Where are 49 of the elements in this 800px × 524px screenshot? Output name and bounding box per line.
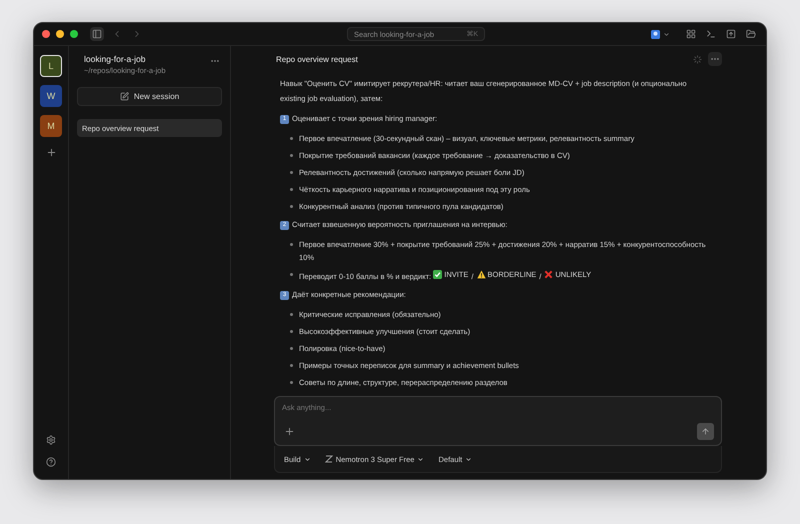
workspace-button[interactable]: M [40,115,62,137]
settings-icon [46,435,56,445]
minimize-button[interactable] [56,30,64,38]
model-icon [324,455,333,463]
bullet-icon [290,381,293,384]
bullet-icon [290,330,293,333]
bullet-icon [290,188,293,191]
bullet-icon [290,364,293,367]
check-icon [433,270,442,279]
grid-icon [686,29,696,39]
help-icon [46,457,56,467]
chat-title: Repo overview request [276,54,358,64]
send-button[interactable] [697,423,714,440]
bullet-icon [290,313,293,316]
plus-icon [46,147,56,158]
app-icon [651,30,660,38]
warning-icon [476,270,486,279]
new-session-button[interactable]: New session [77,87,222,106]
edit-icon [120,92,129,101]
bullet-icon [290,154,293,157]
layout-button[interactable] [684,27,698,41]
bullet-icon [290,171,293,174]
cross-icon [544,270,554,279]
settings-button[interactable] [44,433,58,447]
more-button[interactable] [708,52,722,66]
sidebar-toggle-button[interactable] [90,27,104,41]
caret-icon [465,456,472,462]
help-button[interactable] [44,455,58,469]
zoom-button[interactable] [70,30,78,38]
bullet-icon [290,347,293,350]
project-name: looking-for-a-job [84,54,146,64]
close-button[interactable] [42,30,50,38]
caret-icon [663,30,670,38]
upload-icon [726,29,736,39]
share-button[interactable] [724,27,738,41]
caret-icon [417,456,424,462]
bullet-icon [290,137,293,140]
caret-icon [304,456,311,462]
loading-icon [693,54,702,64]
arrow-up-icon [701,427,710,436]
bullet-icon [290,273,293,276]
workspace-button[interactable]: W [40,85,62,107]
workspace-button[interactable]: L [40,55,62,77]
terminal-icon [706,29,716,39]
bullet-icon [290,205,293,208]
plus-icon [284,426,295,437]
bullet-icon [290,243,293,246]
folder-icon [746,29,756,39]
sidebar-icon [92,29,102,39]
